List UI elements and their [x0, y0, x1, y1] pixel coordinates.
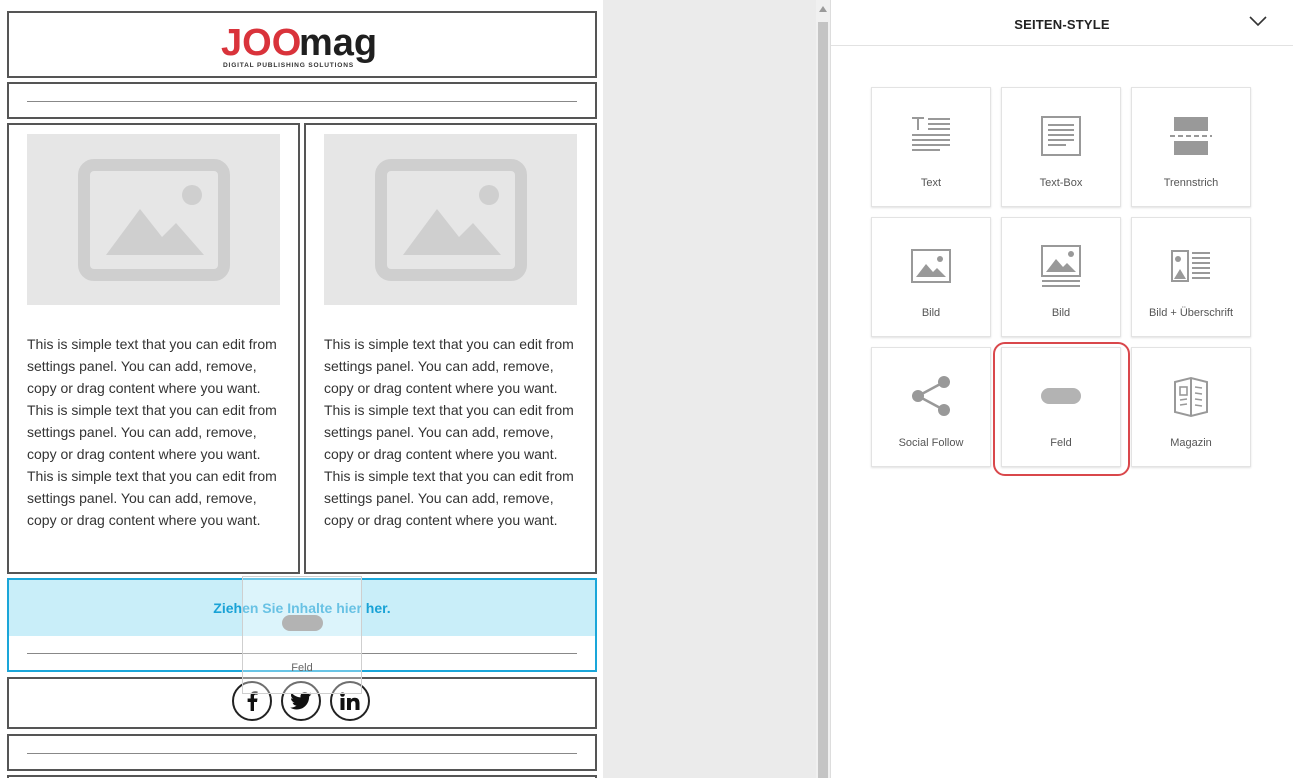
image-icon [911, 249, 951, 283]
canvas-scrollbar[interactable] [816, 0, 830, 778]
magazine-icon [1174, 376, 1208, 418]
drag-ghost-label: Feld [291, 662, 313, 674]
text-icon [912, 117, 950, 151]
logo-tagline: DIGITAL PUBLISHING SOLUTIONS [223, 62, 354, 69]
chevron-down-icon[interactable] [1249, 15, 1267, 27]
tile-label: Trennstrich [1163, 177, 1219, 189]
tile-text[interactable]: Text [871, 87, 991, 207]
tile-label: Bild + Überschrift [1148, 307, 1234, 319]
logo-wordmark-dark: mag [299, 22, 377, 64]
content-column-right[interactable]: This is simple text that you can edit fr… [304, 123, 597, 574]
tile-label: Magazin [1170, 437, 1212, 449]
logo-wordmark-red: JOO [221, 22, 301, 64]
joomag-logo: JOO mag DIGITAL PUBLISHING SOLUTIONS [221, 22, 377, 69]
tile-divider[interactable]: Trennstrich [1131, 87, 1251, 207]
image-caption-icon [1041, 245, 1081, 287]
column-text[interactable]: This is simple text that you can edit fr… [27, 333, 283, 531]
scroll-up-arrow-icon[interactable] [819, 6, 827, 12]
column-text[interactable]: This is simple text that you can edit fr… [324, 333, 580, 531]
tile-label: Social Follow [898, 437, 964, 449]
image-placeholder-icon [77, 158, 230, 281]
tile-label: Text [920, 177, 942, 189]
divider-line [27, 100, 577, 102]
editor-root: JOO mag DIGITAL PUBLISHING SOLUTIONS Thi… [0, 0, 1298, 778]
divider-block[interactable] [7, 734, 597, 771]
tile-image-caption[interactable]: Bild [1001, 217, 1121, 337]
panel-title: SEITEN-STYLE [1014, 17, 1110, 32]
logo-block[interactable]: JOO mag DIGITAL PUBLISHING SOLUTIONS [7, 11, 597, 78]
divider-block[interactable] [7, 82, 597, 119]
tile-label: Bild [921, 307, 941, 319]
tile-text-box[interactable]: Text-Box [1001, 87, 1121, 207]
scroll-thumb[interactable] [818, 22, 828, 778]
image-placeholder[interactable] [324, 134, 577, 305]
image-heading-icon [1171, 250, 1210, 282]
text-box-icon [1041, 116, 1081, 156]
tile-image-heading[interactable]: Bild + Überschrift [1131, 217, 1251, 337]
drag-ghost-button[interactable]: Feld [242, 576, 362, 694]
image-placeholder[interactable] [27, 134, 280, 305]
email-canvas: JOO mag DIGITAL PUBLISHING SOLUTIONS Thi… [0, 0, 603, 778]
content-column-left[interactable]: This is simple text that you can edit fr… [7, 123, 300, 574]
tile-magazine[interactable]: Magazin [1131, 347, 1251, 467]
tile-social-follow[interactable]: Social Follow [871, 347, 991, 467]
tile-label: Text-Box [1039, 177, 1083, 189]
tile-image[interactable]: Bild [871, 217, 991, 337]
share-icon [912, 376, 950, 416]
divider-line [27, 752, 577, 754]
selected-tile-highlight [993, 342, 1130, 476]
tile-label: Bild [1051, 307, 1071, 319]
panel-header[interactable]: SEITEN-STYLE [831, 0, 1293, 46]
button-pill-icon [282, 615, 323, 631]
image-placeholder-icon [374, 158, 527, 281]
divider-icon [1170, 117, 1212, 155]
